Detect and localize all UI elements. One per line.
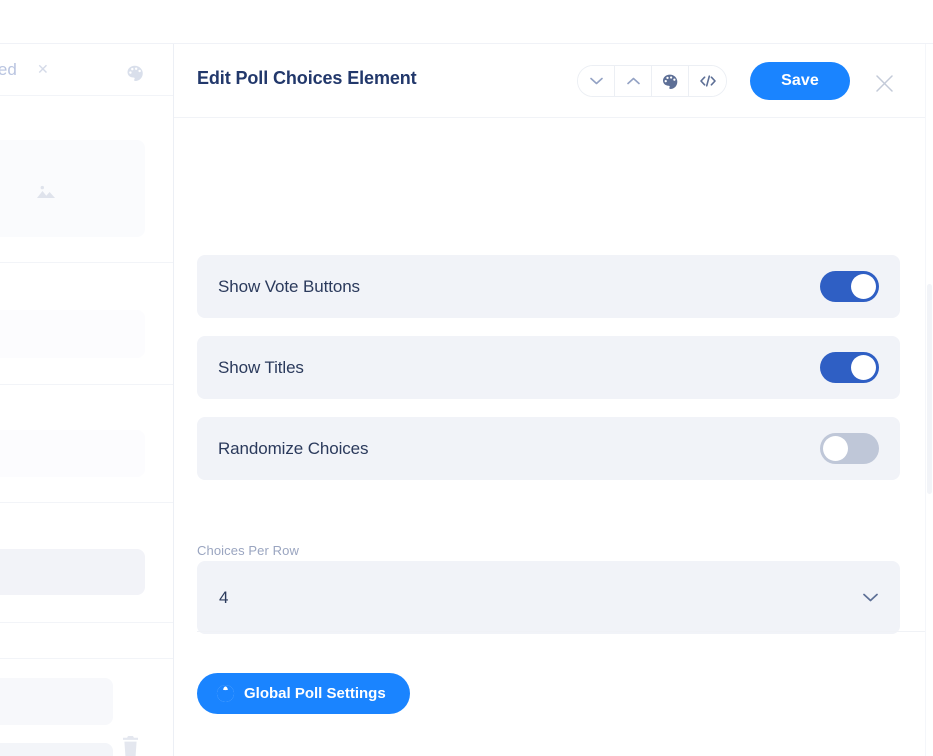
top-strip xyxy=(0,0,933,44)
palette-icon[interactable] xyxy=(126,65,145,81)
scrollbar-thumb[interactable] xyxy=(927,284,932,494)
toolbar-segmented-group xyxy=(577,65,727,97)
setting-row-show-titles[interactable]: Show Titles xyxy=(197,336,900,399)
global-poll-settings-label: Global Poll Settings xyxy=(244,685,386,702)
panel-header: Edit Poll Choices Element Save xyxy=(174,44,933,118)
move-up-button[interactable] xyxy=(615,66,652,96)
toggle-knob xyxy=(823,436,848,461)
toggle-knob xyxy=(851,355,876,380)
trash-icon[interactable] xyxy=(122,736,139,756)
background-card xyxy=(0,743,113,756)
choices-per-row-select[interactable]: 4 xyxy=(197,561,900,634)
chevron-down-icon xyxy=(863,593,878,602)
edit-poll-choices-panel: Edit Poll Choices Element Save Show Vote… xyxy=(174,44,933,756)
setting-row-show-vote-buttons[interactable]: Show Vote Buttons xyxy=(197,255,900,318)
divider xyxy=(0,502,173,503)
toggle-show-vote-buttons[interactable] xyxy=(820,271,879,302)
divider xyxy=(0,658,173,659)
background-card xyxy=(0,678,113,725)
background-card xyxy=(0,310,145,358)
section-divider xyxy=(197,631,933,632)
setting-label: Show Vote Buttons xyxy=(218,276,360,296)
global-poll-settings-button[interactable]: Global Poll Settings xyxy=(197,673,410,714)
choices-per-row-label: Choices Per Row xyxy=(197,543,299,558)
setting-label: Show Titles xyxy=(218,357,304,377)
toggle-knob xyxy=(851,274,876,299)
scrollbar-track[interactable] xyxy=(925,44,933,756)
setting-label: Randomize Choices xyxy=(218,438,369,458)
setting-row-randomize-choices[interactable]: Randomize Choices xyxy=(197,417,900,480)
background-builder-panel: led ✕ xyxy=(0,44,174,756)
close-icon[interactable]: ✕ xyxy=(37,62,49,76)
divider xyxy=(0,262,173,263)
background-card xyxy=(0,140,145,237)
page-title: Edit Poll Choices Element xyxy=(197,68,417,88)
toggle-randomize-choices[interactable] xyxy=(820,433,879,464)
image-icon xyxy=(34,180,58,204)
background-card xyxy=(0,549,145,595)
save-button[interactable]: Save xyxy=(750,62,850,100)
background-card xyxy=(0,430,145,477)
move-down-button[interactable] xyxy=(578,66,615,96)
divider xyxy=(0,622,173,623)
background-tab-row: led ✕ xyxy=(0,44,173,96)
palette-icon[interactable] xyxy=(652,66,689,96)
globe-icon xyxy=(216,684,235,703)
background-tab-label: led xyxy=(0,60,17,79)
app-screen: led ✕ xyxy=(0,0,933,756)
code-icon[interactable] xyxy=(689,66,726,96)
divider xyxy=(0,384,173,385)
select-value: 4 xyxy=(219,587,229,607)
toggle-show-titles[interactable] xyxy=(820,352,879,383)
close-icon[interactable] xyxy=(871,70,897,96)
